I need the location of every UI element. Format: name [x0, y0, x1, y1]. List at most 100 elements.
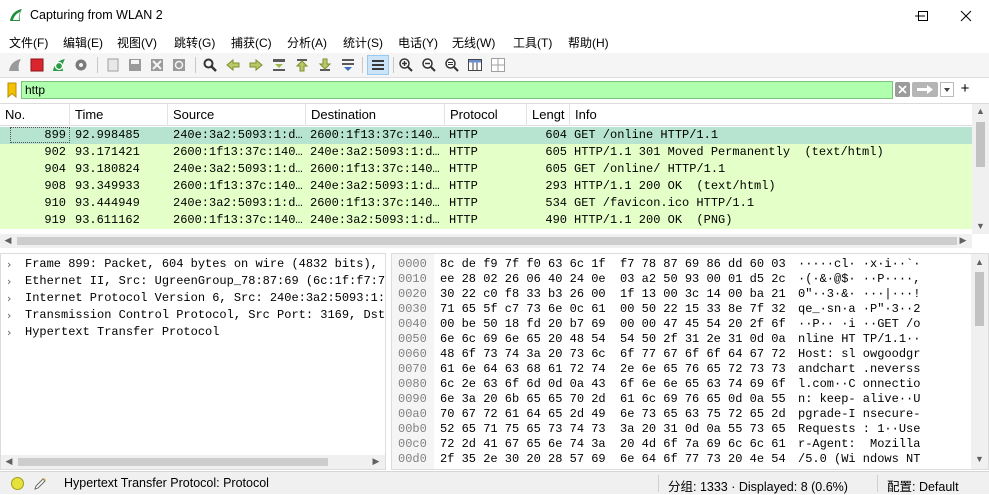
clear-filter-button[interactable]	[895, 82, 910, 97]
column-header-source[interactable]: Source	[168, 104, 306, 126]
add-filter-button[interactable]: +	[958, 80, 972, 98]
packet-row[interactable]: 908 93.349933 2600:1f13:37c:140… 240e:3a2:5…	[0, 178, 972, 195]
detail-row-http[interactable]: › Hypertext Transfer Protocol	[1, 324, 385, 341]
chevron-right-icon[interactable]: ›	[7, 273, 11, 290]
menu-file[interactable]: 文件(F)	[9, 34, 48, 51]
scroll-up-icon[interactable]: ▲	[971, 257, 988, 267]
hex-row[interactable]: 0050 6e 6c 69 6e 65 20 48 54 54 50 2f 31 …	[392, 332, 970, 347]
capture-options-button[interactable]	[72, 56, 90, 74]
hex-row[interactable]: 0020 30 22 c0 f8 33 b3 26 00 1f 13 00 3c …	[392, 287, 970, 302]
cell-info: HTTP/1.1 200 OK (PNG)	[574, 213, 733, 227]
colorize-button[interactable]	[367, 55, 389, 75]
packet-list-vertical-scrollbar[interactable]: ▲ ▼	[972, 104, 989, 234]
scroll-up-icon[interactable]: ▲	[972, 106, 989, 116]
resize-columns-button[interactable]	[466, 56, 484, 74]
hex-row[interactable]: 0080 6c 2e 63 6f 6d 0d 0a 43 6f 6e 6e 65 …	[392, 377, 970, 392]
hex-row[interactable]: 00a0 70 67 72 61 64 65 2d 49 6e 73 65 63 …	[392, 407, 970, 422]
packet-row[interactable]: 902 93.171421 2600:1f13:37c:140… 240e:3a2:5…	[0, 144, 972, 161]
scroll-down-icon[interactable]: ▼	[972, 221, 989, 231]
details-horizontal-scrollbar[interactable]: ◀ ▶	[1, 455, 385, 469]
menu-go[interactable]: 跳转(G)	[174, 34, 215, 51]
scroll-thumb[interactable]	[18, 458, 328, 466]
hex-row[interactable]: 0090 6e 3a 20 6b 65 65 70 2d 61 6c 69 76 …	[392, 392, 970, 407]
status-profile[interactable]: 配置: Default	[887, 476, 959, 495]
layout-button[interactable]	[489, 56, 507, 74]
chevron-right-icon[interactable]: ›	[7, 256, 11, 273]
stop-capture-button[interactable]	[28, 56, 46, 74]
chevron-right-icon[interactable]: ›	[7, 290, 11, 307]
chevron-right-icon[interactable]: ›	[7, 324, 11, 341]
column-header-no[interactable]: No.	[0, 104, 70, 126]
find-packet-button[interactable]	[201, 56, 219, 74]
close-file-button[interactable]	[148, 56, 166, 74]
scroll-thumb[interactable]	[17, 237, 957, 245]
detail-row-ipv6[interactable]: › Internet Protocol Version 6, Src: 240e…	[1, 290, 385, 307]
last-packet-button[interactable]	[316, 56, 334, 74]
hex-row[interactable]: 0010 ee 28 02 26 06 40 24 0e 03 a2 50 93 …	[392, 272, 970, 287]
zoom-out-button[interactable]	[420, 56, 438, 74]
start-capture-button[interactable]	[6, 56, 24, 74]
scroll-thumb[interactable]	[976, 122, 985, 167]
scroll-right-icon[interactable]: ▶	[371, 456, 381, 467]
bookmark-icon[interactable]	[3, 81, 21, 99]
menu-tools[interactable]: 工具(T)	[513, 34, 552, 51]
hex-row[interactable]: 00d0 2f 35 2e 30 20 28 57 69 6e 64 6f 77 …	[392, 452, 970, 467]
apply-filter-button[interactable]	[912, 82, 938, 97]
menu-view[interactable]: 视图(V)	[117, 34, 157, 51]
menu-statistics[interactable]: 统计(S)	[343, 34, 383, 51]
detail-row-ethernet[interactable]: › Ethernet II, Src: UgreenGroup_78:87:69…	[1, 273, 385, 290]
recent-filters-dropdown[interactable]	[940, 82, 954, 97]
column-header-info[interactable]: Info	[570, 104, 972, 126]
menu-help[interactable]: 帮助(H)	[568, 34, 609, 51]
zoom-in-button[interactable]	[397, 56, 415, 74]
restart-capture-button[interactable]	[50, 56, 68, 74]
column-header-protocol[interactable]: Protocol	[445, 104, 527, 126]
menu-wireless[interactable]: 无线(W)	[452, 34, 495, 51]
expert-info-icon[interactable]	[10, 476, 25, 491]
packet-row[interactable]: 899 92.998485 240e:3a2:5093:1:d… 2600:1f13:…	[0, 127, 972, 144]
hex-row[interactable]: 00b0 52 65 71 75 65 73 74 73 3a 20 31 0d …	[392, 422, 970, 437]
scroll-left-icon[interactable]: ◀	[3, 235, 13, 246]
open-file-button[interactable]	[104, 56, 122, 74]
detail-row-tcp[interactable]: › Transmission Control Protocol, Src Por…	[1, 307, 385, 324]
hex-bytes: 6e 6c 69 6e 65 20 48 54 54 50 2f 31 2e 3…	[440, 332, 786, 346]
column-header-length[interactable]: Lengt	[527, 104, 570, 126]
go-forward-button[interactable]	[247, 56, 265, 74]
detail-row-frame[interactable]: › Frame 899: Packet, 604 bytes on wire (…	[1, 256, 385, 273]
menu-edit[interactable]: 编辑(E)	[63, 34, 103, 51]
menu-capture[interactable]: 捕获(C)	[231, 34, 272, 51]
menu-telephony[interactable]: 电话(Y)	[398, 34, 438, 51]
column-header-destination[interactable]: Destination	[306, 104, 445, 126]
hex-row[interactable]: 0060 48 6f 73 74 3a 20 73 6c 6f 77 67 6f …	[392, 347, 970, 362]
edit-comment-icon[interactable]	[33, 476, 48, 491]
first-packet-button[interactable]	[293, 56, 311, 74]
hex-row[interactable]: 00c0 72 2d 41 67 65 6e 74 3a 20 4d 6f 7a …	[392, 437, 970, 452]
hex-row[interactable]: 0000 8c de f9 7f f0 63 6c 1f f7 78 87 69 …	[392, 257, 970, 272]
scroll-down-icon[interactable]: ▼	[971, 454, 988, 464]
hex-offset: 0020	[398, 287, 427, 301]
packet-row[interactable]: 910 93.444949 240e:3a2:5093:1:d… 2600:1f13:…	[0, 195, 972, 212]
close-button[interactable]	[943, 0, 989, 31]
display-filter-input[interactable]: http	[21, 81, 893, 99]
packet-list-horizontal-scrollbar[interactable]: ◀ ▶	[0, 234, 972, 248]
cell-time: 93.349933	[75, 179, 140, 193]
normal-size-button[interactable]	[443, 56, 461, 74]
go-to-packet-button[interactable]	[270, 56, 288, 74]
scroll-right-icon[interactable]: ▶	[958, 235, 968, 246]
save-file-button[interactable]	[126, 56, 144, 74]
menu-analyze[interactable]: 分析(A)	[287, 34, 327, 51]
scroll-left-icon[interactable]: ◀	[4, 456, 14, 467]
hex-row[interactable]: 0030 71 65 5f c7 73 6e 0c 61 00 50 22 15 …	[392, 302, 970, 317]
autoscroll-button[interactable]	[339, 56, 357, 74]
packet-row[interactable]: 919 93.611162 2600:1f13:37c:140… 240e:3a2:5…	[0, 212, 972, 229]
scroll-thumb[interactable]	[975, 272, 984, 326]
bytes-vertical-scrollbar[interactable]: ▲ ▼	[971, 254, 988, 469]
column-header-time[interactable]: Time	[70, 104, 168, 126]
chevron-down-icon	[944, 88, 950, 92]
reload-button[interactable]	[170, 56, 188, 74]
hex-row[interactable]: 0040 00 be 50 18 fd 20 b7 69 00 00 47 45 …	[392, 317, 970, 332]
hex-row[interactable]: 0070 61 6e 64 63 68 61 72 74 2e 6e 65 76 …	[392, 362, 970, 377]
go-back-button[interactable]	[224, 56, 242, 74]
chevron-right-icon[interactable]: ›	[7, 307, 11, 324]
packet-row[interactable]: 904 93.180824 240e:3a2:5093:1:d… 2600:1f13:…	[0, 161, 972, 178]
